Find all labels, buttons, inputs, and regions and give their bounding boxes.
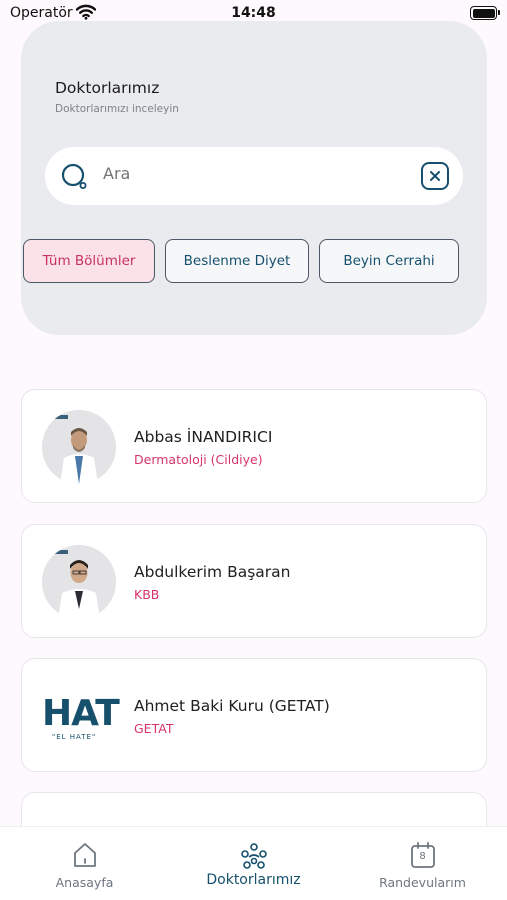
department-filter-list: Tüm Bölümler Beslenme Diyet Beyin Cerrah… [23, 239, 466, 285]
filter-chip-neurosurgery[interactable]: Beyin Cerrahi [319, 239, 459, 283]
search-input[interactable] [103, 164, 403, 183]
header-card: Doktorlarımız Doktorlarımızı inceleyin [21, 21, 487, 335]
status-time: 14:48 [231, 5, 276, 21]
nav-label-home: Anasayfa [55, 875, 114, 890]
doctor-department: KBB [134, 587, 160, 602]
nav-label-appointments: Randevularım [379, 875, 466, 890]
hospital-logo: HAT "EL HATE" [42, 693, 120, 742]
filter-chip-nutrition[interactable]: Beslenme Diyet [165, 239, 309, 283]
doctor-department: GETAT [134, 721, 174, 736]
doctor-name: Abbas İNANDIRICI [134, 428, 273, 446]
doctor-name: Abdulkerim Başaran [134, 563, 291, 581]
doctors-icon [239, 841, 269, 875]
doctor-avatar [42, 545, 116, 619]
nav-item-doctors[interactable]: Doktorlarımız [169, 827, 338, 900]
page-title: Doktorlarımız [55, 79, 160, 97]
doctor-avatar [42, 410, 116, 484]
logo-text: HAT [42, 693, 120, 734]
search-bar[interactable] [45, 147, 463, 205]
doctor-card[interactable]: Abdulkerim Başaran KBB [21, 524, 487, 638]
nav-item-appointments[interactable]: 8 Randevularım [338, 827, 507, 900]
nav-label-doctors: Doktorlarımız [206, 872, 301, 888]
search-icon [61, 163, 89, 195]
doctor-card[interactable]: HAT "EL HATE" Ahmet Baki Kuru (GETAT) GE… [21, 658, 487, 772]
bottom-nav: Anasayfa Doktorlarımız 8 Randevularım [0, 826, 507, 900]
doctor-department: Dermatoloji (Cildiye) [134, 452, 263, 467]
doctor-card[interactable]: Abbas İNANDIRICI Dermatoloji (Cildiye) [21, 389, 487, 503]
calendar-day-badge: 8 [419, 851, 426, 862]
doctor-name: Ahmet Baki Kuru (GETAT) [134, 697, 330, 715]
close-icon [430, 171, 440, 181]
page-subtitle: Doktorlarımızı inceleyin [55, 103, 179, 115]
logo-subtext: "EL HATE" [52, 733, 97, 741]
home-icon [71, 841, 99, 873]
filter-chip-all[interactable]: Tüm Bölümler [23, 239, 155, 283]
battery-icon [470, 6, 500, 20]
clear-search-button[interactable] [421, 162, 449, 190]
nav-item-home[interactable]: Anasayfa [0, 827, 169, 900]
